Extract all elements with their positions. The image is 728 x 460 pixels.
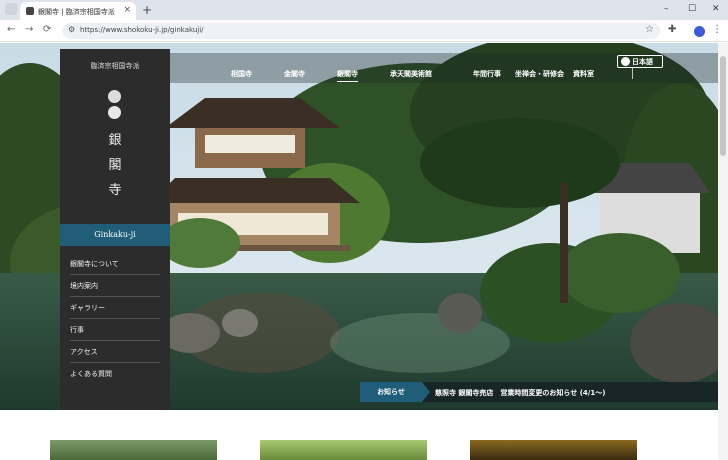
logo-char-3: 寺: [108, 183, 122, 198]
web-page: 相国寺 金閣寺 銀閣寺 承天閣美術館 年間行事 坐禅会・研修会 資料室 日本語 …: [0, 43, 728, 460]
logo-char-1: 銀: [108, 133, 122, 148]
nav-museum[interactable]: 承天閣美術館: [390, 69, 432, 79]
address-bar[interactable]: ⚙ https://www.shokoku-ji.jp/ginkakuji/ ☆: [62, 23, 660, 39]
url-text: https://www.shokoku-ji.jp/ginkakuji/: [80, 26, 204, 34]
nav-archive[interactable]: 資料室: [573, 69, 594, 79]
globe-icon: [621, 57, 630, 66]
back-button[interactable]: ←: [7, 24, 15, 35]
maximize-button[interactable]: ☐: [688, 4, 696, 14]
browser-menu-icon[interactable]: ⋮: [712, 24, 722, 35]
browser-tab[interactable]: 銀閣寺 | 臨済宗相国寺派 ×: [20, 2, 136, 20]
temple-mark-icon: [108, 106, 121, 119]
browser-window: 銀閣寺 | 臨済宗相国寺派 × + – ☐ ✕ ← → ⟳ ⚙ https://…: [0, 0, 728, 460]
close-window-button[interactable]: ✕: [712, 4, 720, 14]
tab-title: 銀閣寺 | 臨済宗相国寺派: [38, 8, 115, 16]
reload-button[interactable]: ⟳: [43, 24, 51, 35]
language-label: 日本語: [632, 58, 653, 66]
tab-search-button[interactable]: [5, 3, 17, 15]
forward-button[interactable]: →: [25, 24, 33, 35]
language-selector[interactable]: 日本語: [617, 55, 663, 68]
nav-shokokuji[interactable]: 相国寺: [231, 69, 252, 79]
nav-ginkakuji[interactable]: 銀閣寺: [337, 69, 358, 82]
site-info-icon[interactable]: ⚙: [68, 25, 75, 34]
feature-card-3[interactable]: [470, 440, 637, 460]
sect-name: 臨済宗相国寺派: [90, 62, 140, 70]
menu-events[interactable]: 行事: [70, 320, 160, 341]
profile-avatar[interactable]: [694, 26, 705, 37]
feature-card-2[interactable]: [260, 440, 427, 460]
news-headline[interactable]: 慈照寺 銀閣寺売店 営業時間変更のお知らせ (4/1〜): [435, 388, 605, 398]
news-bar[interactable]: お知らせ 慈照寺 銀閣寺売店 営業時間変更のお知らせ (4/1〜): [360, 382, 718, 402]
menu-about[interactable]: 銀閣寺について: [70, 254, 160, 275]
tab-strip: 銀閣寺 | 臨済宗相国寺派 × + – ☐ ✕: [0, 0, 728, 20]
nav-kinkakuji[interactable]: 金閣寺: [284, 69, 305, 79]
temple-romaji: Ginkaku-ji: [60, 224, 170, 246]
nav-divider: [632, 68, 633, 79]
menu-grounds[interactable]: 境内案内: [70, 276, 160, 297]
nav-annual-events[interactable]: 年間行事: [473, 69, 501, 79]
scrollbar-thumb[interactable]: [720, 56, 726, 156]
minimize-button[interactable]: –: [664, 4, 669, 14]
feature-card-1[interactable]: [50, 440, 217, 460]
new-tab-button[interactable]: +: [142, 3, 152, 17]
nav-zazen[interactable]: 坐禅会・研修会: [515, 69, 564, 79]
extensions-icon[interactable]: ✚: [668, 24, 676, 35]
logo-char-2: 閣: [108, 158, 122, 173]
bookmark-star-icon[interactable]: ☆: [645, 24, 654, 35]
tab-close-icon[interactable]: ×: [123, 5, 131, 15]
temple-crest-icon: [108, 90, 121, 103]
news-label: お知らせ: [360, 382, 430, 402]
site-favicon-icon: [26, 7, 34, 15]
menu-faq[interactable]: よくある質問: [70, 364, 160, 385]
sidebar: 臨済宗相国寺派 銀 閣 寺 Ginkaku-ji 銀閣寺について 境内案内 ギャ…: [60, 49, 170, 410]
menu-gallery[interactable]: ギャラリー: [70, 298, 160, 319]
browser-toolbar: ← → ⟳ ⚙ https://www.shokoku-ji.jp/ginkak…: [0, 20, 728, 42]
menu-access[interactable]: アクセス: [70, 342, 160, 363]
